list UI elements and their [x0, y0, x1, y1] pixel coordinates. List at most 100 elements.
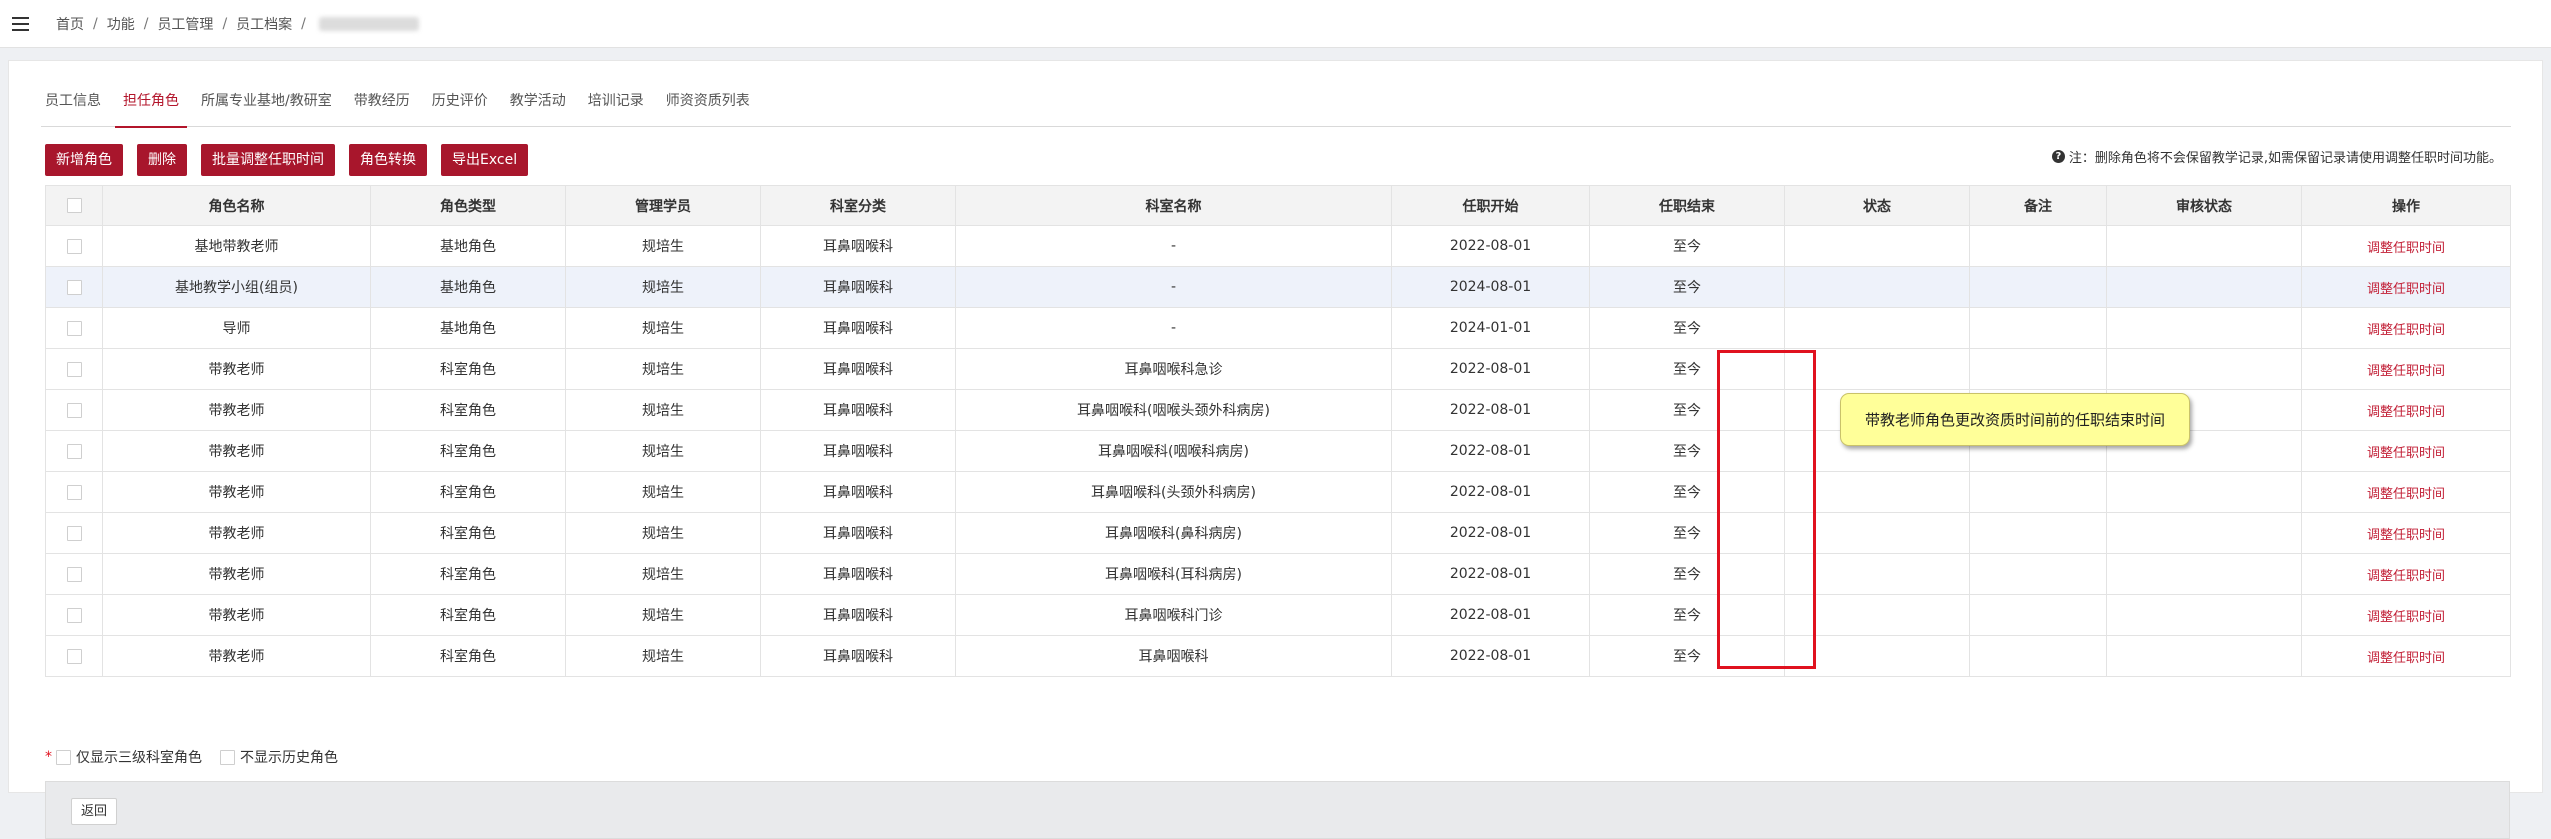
table-row[interactable]: 带教老师 科室角色 规培生 耳鼻咽喉科 耳鼻咽喉科(耳科病房) 2022-08-01 至今 调… — [45, 553, 2511, 595]
tab-qualification-list[interactable]: 师资资质列表 — [658, 81, 758, 127]
adjust-tenure-link[interactable]: 调整任职时间 — [2301, 225, 2511, 267]
table-cell — [2106, 307, 2302, 349]
row-select-cell[interactable] — [45, 512, 103, 554]
row-checkbox[interactable] — [66, 402, 82, 418]
tab-teaching-experience[interactable]: 带教经历 — [346, 81, 418, 127]
table-cell: 至今 — [1589, 389, 1785, 431]
table-cell: 2022-08-01 — [1391, 553, 1590, 595]
table-cell — [2106, 553, 2302, 595]
delete-note: ? 注：删除角色将不会保留教学记录,如需保留记录请使用调整任职时间功能。 — [2051, 147, 2502, 166]
table-cell: 2022-08-01 — [1391, 348, 1590, 390]
select-all-cell[interactable] — [45, 185, 103, 226]
table-cell: 2022-08-01 — [1391, 389, 1590, 431]
table-cell: - — [955, 225, 1392, 267]
tab-training-records[interactable]: 培训记录 — [580, 81, 652, 127]
table-row[interactable]: 带教老师 科室角色 规培生 耳鼻咽喉科 耳鼻咽喉科(鼻科病房) 2022-08-01 至今 调… — [45, 512, 2511, 554]
row-checkbox[interactable] — [66, 443, 82, 459]
row-select-cell[interactable] — [45, 471, 103, 513]
row-select-cell[interactable] — [45, 430, 103, 472]
table-cell: 耳鼻咽喉科 — [760, 266, 956, 308]
table-cell: 至今 — [1589, 266, 1785, 308]
table-cell: 带教老师 — [102, 635, 371, 677]
row-checkbox[interactable] — [66, 361, 82, 377]
table-cell: 规培生 — [565, 266, 761, 308]
table-row[interactable]: 导师 基地角色 规培生 耳鼻咽喉科 -2024-01-01 至今 调整任职时间 — [45, 307, 2511, 349]
row-checkbox[interactable] — [66, 320, 82, 336]
adjust-tenure-link[interactable]: 调整任职时间 — [2301, 266, 2511, 308]
row-select-cell[interactable] — [45, 266, 103, 308]
column-header: 任职结束 — [1589, 185, 1785, 226]
table-cell: 耳鼻咽喉科 — [760, 348, 956, 390]
row-checkbox[interactable] — [66, 525, 82, 541]
adjust-tenure-link[interactable]: 调整任职时间 — [2301, 635, 2511, 677]
tab-history-evaluation[interactable]: 历史评价 — [424, 81, 496, 127]
row-checkbox[interactable] — [66, 566, 82, 582]
menu-icon[interactable] — [2, 0, 38, 48]
row-checkbox[interactable] — [66, 279, 82, 295]
role-convert-button[interactable]: 角色转换 — [349, 144, 427, 176]
row-select-cell[interactable] — [45, 389, 103, 431]
tab-roles[interactable]: 担任角色 — [115, 81, 187, 128]
table-cell: 耳鼻咽喉科 — [760, 471, 956, 513]
table-cell: 耳鼻咽喉科 — [760, 553, 956, 595]
row-select-cell[interactable] — [45, 594, 103, 636]
adjust-tenure-link[interactable]: 调整任职时间 — [2301, 348, 2511, 390]
hide-history-checkbox[interactable] — [220, 749, 235, 765]
table-cell: 2022-08-01 — [1391, 430, 1590, 472]
table-cell — [1969, 307, 2107, 349]
table-cell: - — [955, 266, 1392, 308]
table-cell: 耳鼻咽喉科(鼻科病房) — [955, 512, 1392, 554]
adjust-tenure-link[interactable]: 调整任职时间 — [2301, 307, 2511, 349]
row-select-cell[interactable] — [45, 553, 103, 595]
select-all-checkbox[interactable] — [66, 198, 82, 213]
breadcrumb-function[interactable]: 功能 — [107, 14, 135, 34]
adjust-tenure-link[interactable]: 调整任职时间 — [2301, 553, 2511, 595]
back-button[interactable]: 返回 — [71, 798, 118, 825]
table-cell: 2022-08-01 — [1391, 512, 1590, 554]
table-cell — [1969, 348, 2107, 390]
breadcrumb-staff-management[interactable]: 员工管理 — [157, 14, 213, 34]
adjust-tenure-link[interactable]: 调整任职时间 — [2301, 594, 2511, 636]
adjust-tenure-link[interactable]: 调整任职时间 — [2301, 471, 2511, 513]
row-checkbox[interactable] — [66, 648, 82, 664]
breadcrumb-staff-archive[interactable]: 员工档案 — [236, 14, 292, 34]
table-cell: 耳鼻咽喉科 — [955, 635, 1392, 677]
row-checkbox[interactable] — [66, 238, 82, 254]
delete-button[interactable]: 删除 — [137, 144, 187, 176]
only-level3-checkbox[interactable] — [56, 749, 71, 765]
adjust-tenure-link[interactable]: 调整任职时间 — [2301, 389, 2511, 431]
breadcrumb-home[interactable]: 首页 — [56, 14, 84, 34]
table-cell: 规培生 — [565, 553, 761, 595]
row-checkbox[interactable] — [66, 484, 82, 500]
table-row[interactable]: 带教老师 科室角色 规培生 耳鼻咽喉科 耳鼻咽喉科 2022-08-01 至今 调整任职时间 — [45, 635, 2511, 677]
table-cell: 带教老师 — [102, 553, 371, 595]
tab-teaching-activities[interactable]: 教学活动 — [502, 81, 574, 127]
table-row[interactable]: 基地带教老师 基地角色 规培生 耳鼻咽喉科 -2022-08-01 至今 调整任职时间 — [45, 225, 2511, 267]
table-cell: 基地角色 — [370, 307, 566, 349]
table-row[interactable]: 基地教学小组(组员) 基地角色 规培生 耳鼻咽喉科 -2024-08-01 至今 调整任职时… — [45, 266, 2511, 308]
row-select-cell[interactable] — [45, 307, 103, 349]
table-cell — [2106, 635, 2302, 677]
footer-bar: 返回 — [45, 781, 2510, 839]
row-checkbox[interactable] — [66, 607, 82, 623]
table-cell: 科室角色 — [370, 553, 566, 595]
row-select-cell[interactable] — [45, 225, 103, 267]
filter-options: * 仅显示三级科室角色 不显示历史角色 — [45, 749, 338, 766]
tab-base-teaching-office[interactable]: 所属专业基地/教研室 — [193, 81, 340, 127]
export-excel-button[interactable]: 导出Excel — [441, 144, 529, 176]
top-bar: 首页 / 功能 / 员工管理 / 员工档案 / — [0, 0, 2551, 48]
table-row[interactable]: 带教老师 科室角色 规培生 耳鼻咽喉科 耳鼻咽喉科(头颈外科病房) 2022-08-01 至… — [45, 471, 2511, 513]
add-role-button[interactable]: 新增角色 — [45, 144, 123, 176]
table-row[interactable]: 带教老师 科室角色 规培生 耳鼻咽喉科 耳鼻咽喉科门诊 2022-08-01 至今 调整任职时… — [45, 594, 2511, 636]
row-select-cell[interactable] — [45, 348, 103, 390]
adjust-tenure-link[interactable]: 调整任职时间 — [2301, 430, 2511, 472]
tab-staff-info[interactable]: 员工信息 — [41, 81, 109, 127]
batch-adjust-tenure-button[interactable]: 批量调整任职时间 — [201, 144, 335, 176]
table-cell: 耳鼻咽喉科 — [760, 225, 956, 267]
table-cell: 科室角色 — [370, 348, 566, 390]
table-cell: 科室角色 — [370, 430, 566, 472]
adjust-tenure-link[interactable]: 调整任职时间 — [2301, 512, 2511, 554]
table-row[interactable]: 带教老师 科室角色 规培生 耳鼻咽喉科 耳鼻咽喉科急诊 2022-08-01 至今 调整任职时… — [45, 348, 2511, 390]
tab-bar: 员工信息 担任角色 所属专业基地/教研室 带教经历 历史评价 教学活动 培训记录… — [41, 81, 2511, 128]
row-select-cell[interactable] — [45, 635, 103, 677]
